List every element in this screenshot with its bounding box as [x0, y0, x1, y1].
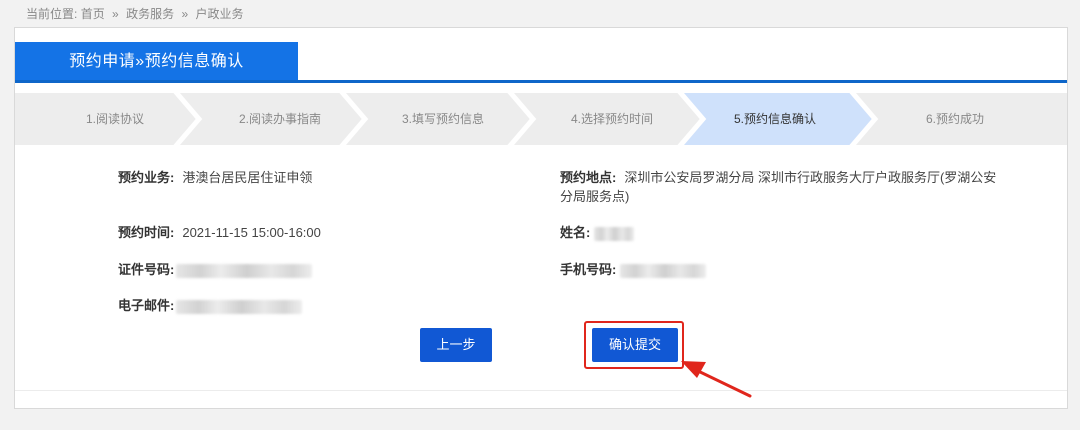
info-name-label: 姓名:	[560, 225, 591, 240]
info-business: 预约业务: 港澳台居民居住证申领	[118, 168, 312, 187]
step-2-read-guide: 2.阅读办事指南	[238, 112, 321, 126]
info-id-number-label: 证件号码:	[118, 262, 175, 277]
info-location-label: 预约地点:	[560, 170, 617, 185]
step-progress-bar: 1.阅读协议 2.阅读办事指南 3.填写预约信息 4.选择预约时间 5.预约信息…	[15, 93, 1067, 145]
appointment-panel: 预约申请»预约信息确认 1.阅读协议 2.阅读办事指南 3.填写预约信息 4.选…	[14, 27, 1068, 409]
breadcrumb-separator: »	[181, 7, 189, 21]
step-3-fill-info: 3.填写预约信息	[401, 112, 484, 126]
step-4-select-time: 4.选择预约时间	[570, 112, 653, 126]
info-name: 姓名:	[560, 223, 635, 242]
breadcrumb: 当前位置: 首页 » 政务服务 » 户政业务	[26, 5, 243, 22]
step-1-read-agreement: 1.阅读协议	[85, 112, 144, 126]
step-5-confirm-info: 5.预约信息确认	[733, 112, 816, 126]
info-location: 预约地点: 深圳市公安局罗湖分局 深圳市行政服务大厅户政服务厅(罗湖公安分局服务点…	[560, 168, 1000, 206]
redacted-id-number	[176, 263, 313, 278]
info-email-label: 电子邮件:	[118, 298, 175, 313]
info-business-value: 港澳台居民居住证申领	[182, 170, 313, 185]
redacted-email	[176, 299, 303, 314]
info-phone-label: 手机号码:	[560, 262, 617, 277]
breadcrumb-home-link[interactable]: 首页	[81, 7, 105, 21]
info-time-label: 预约时间:	[118, 225, 175, 240]
step-6-success: 6.预约成功	[925, 112, 984, 126]
confirm-highlight-box	[584, 321, 684, 369]
breadcrumb-separator: »	[112, 7, 119, 21]
panel-divider	[15, 390, 1067, 391]
info-time: 预约时间: 2021-11-15 15:00-16:00	[118, 223, 321, 242]
info-location-value: 深圳市公安局罗湖分局 深圳市行政服务大厅户政服务厅(罗湖公安分局服务点)	[560, 170, 997, 204]
breadcrumb-prefix: 当前位置:	[26, 7, 78, 21]
info-email: 电子邮件:	[118, 296, 303, 315]
tab-appointment-confirm[interactable]: 预约申请»预约信息确认	[15, 42, 298, 80]
redacted-name	[594, 226, 635, 241]
tab-bar: 预约申请»预约信息确认	[15, 42, 1067, 83]
info-time-value: 2021-11-15 15:00-16:00	[182, 225, 321, 240]
info-id-number: 证件号码:	[118, 260, 313, 279]
info-phone: 手机号码:	[560, 260, 707, 279]
breadcrumb-household-link[interactable]: 户政业务	[195, 7, 243, 21]
breadcrumb-gov-services-link[interactable]: 政务服务	[126, 7, 174, 21]
prev-step-button[interactable]: 上一步	[420, 328, 492, 362]
info-business-label: 预约业务:	[118, 170, 175, 185]
redacted-phone	[620, 263, 707, 278]
